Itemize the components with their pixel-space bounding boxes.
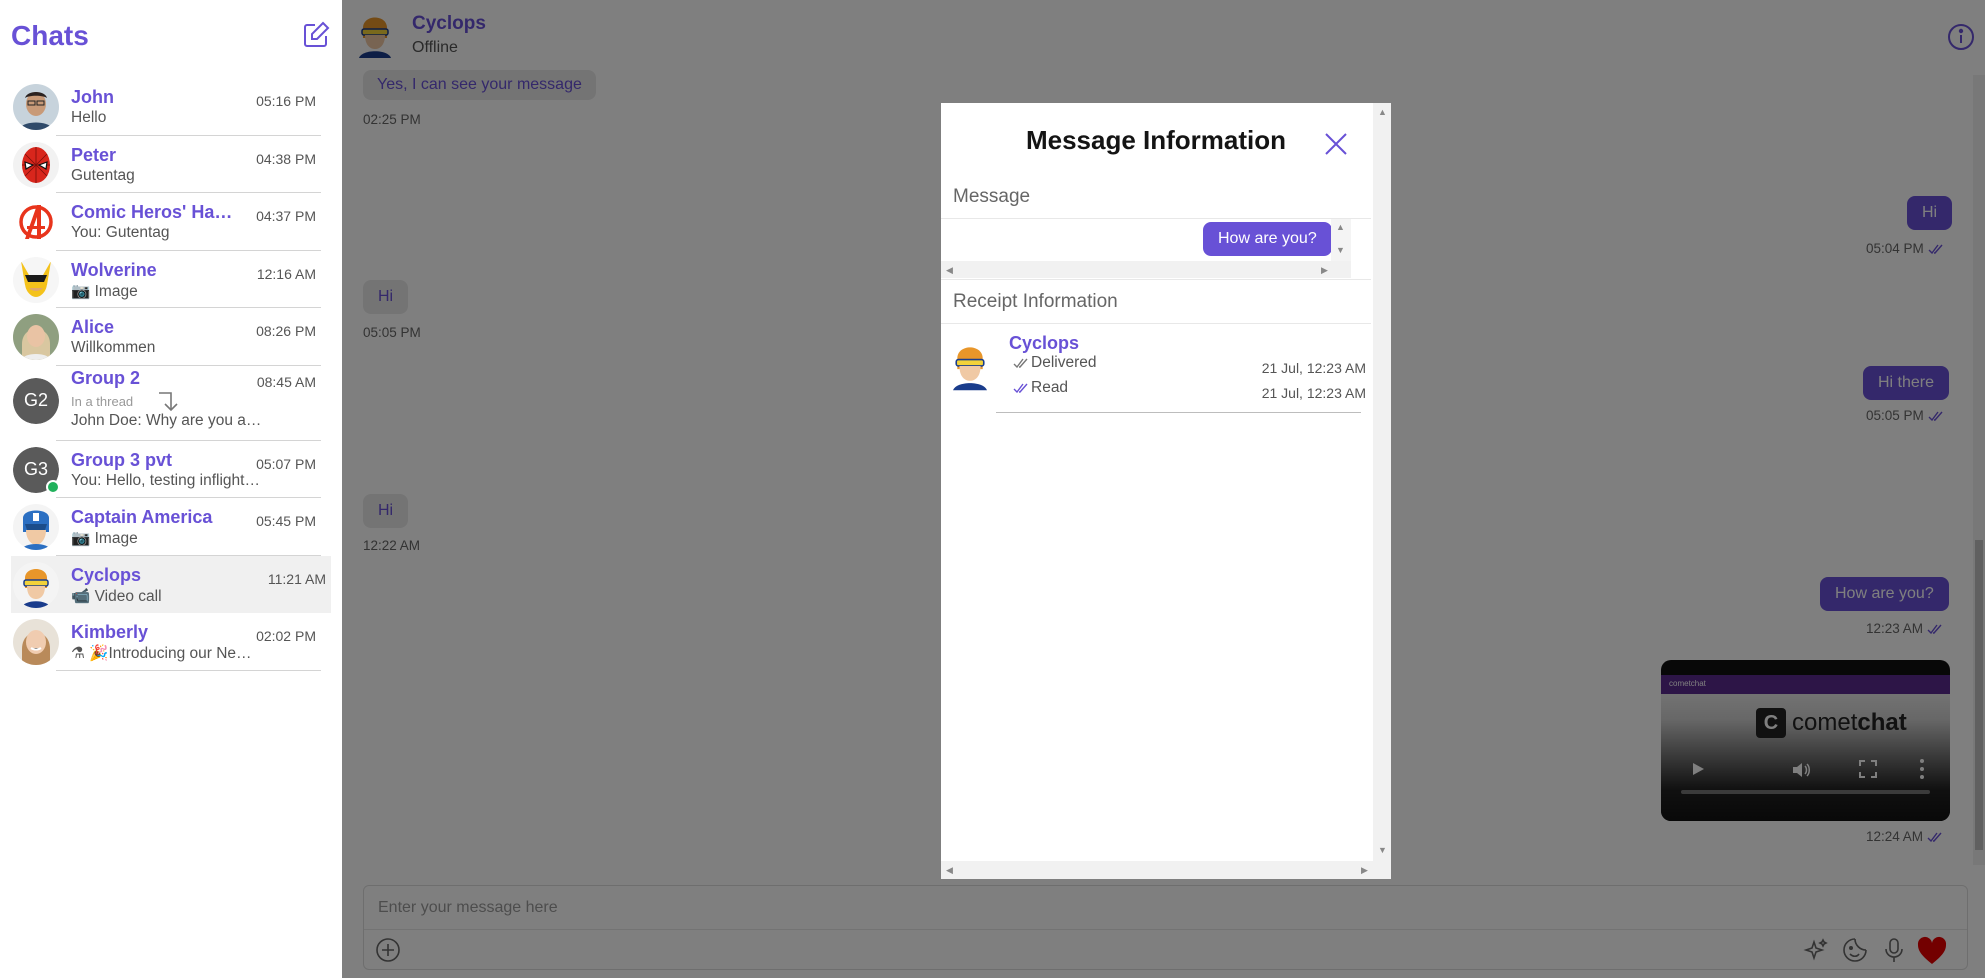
cyclops-avatar [952,341,988,393]
delivered-row: Delivered [1013,354,1096,372]
receipt-user-name: Cyclops [1009,333,1080,353]
avatar [13,84,59,130]
message-information-modal: Message Information Message How are you?… [941,103,1391,879]
read-row: Read [1013,379,1068,397]
chat-sidebar: Chats John 05:16 PM Hello Peter 04:38 PM [0,0,342,978]
double-check-icon [1013,383,1028,393]
avatar [13,619,59,665]
chat-preview: 📹 Video call [71,587,162,605]
captain-america-avatar [13,504,59,550]
chat-time: 08:45 AM [256,373,316,390]
scroll-down-icon[interactable]: ▼ [1336,245,1345,255]
scroll-left-icon[interactable]: ◀ [946,265,953,275]
chat-name: Cyclops [71,564,142,585]
delivered-time: 21 Jul, 12:23 AM [1261,360,1366,376]
chat-name: John [71,87,114,107]
chat-time: 11:21 AM [267,570,326,587]
modal-title: Message Information [1025,125,1287,155]
chat-time: 05:45 PM [256,513,316,529]
divider [996,412,1361,413]
message-section-label: Message [953,186,1031,207]
delivered-label: Delivered [1031,354,1097,371]
thread-label: In a thread [71,393,134,409]
avatar-initials: G2 [13,377,59,424]
chat-item-group-3-pvt[interactable]: G3 Group 3 pvt 05:07 PM You: Hello, test… [11,441,321,498]
chat-item-wolverine[interactable]: Wolverine 12:16 AM 📷 Image [11,251,321,308]
chat-preview: 📷 Image [71,282,138,300]
sidebar-header: Chats [11,20,331,52]
modal-vertical-scrollbar[interactable]: ▲ ▼ [1373,103,1391,861]
chat-preview: Willkommen [71,339,156,356]
read-time: 21 Jul, 12:23 AM [1261,385,1366,401]
chat-item-group-2[interactable]: G2 Group 2 08:45 AM In a thread John Doe… [11,366,321,441]
chat-name: Kimberly [71,622,149,642]
chat-name: Group 3 pvt [71,449,173,470]
chat-time: 04:37 PM [256,208,316,224]
wolverine-avatar [13,256,59,303]
avatar [13,314,59,360]
chat-item-comic-heros[interactable]: Comic Heros' Ha… 04:37 PM You: Gutentag [11,193,321,251]
chat-item-peter[interactable]: Peter 04:38 PM Gutentag [11,136,321,193]
cyclops-avatar [13,561,59,608]
preview-bubble: How are you? [1203,222,1332,256]
chat-name: Wolverine [71,259,157,280]
modal-horizontal-scrollbar[interactable]: ◀ ▶ [941,861,1391,879]
double-check-icon [1013,358,1028,368]
divider [941,323,1371,324]
chat-preview: ⚗ 🎉Introducing our Ne… [71,645,252,662]
message-preview: How are you? ▲ ▼ ◀ ▶ [941,219,1371,278]
chat-item-cyclops[interactable]: Cyclops 11:21 AM 📹 Video call [11,555,331,613]
chat-time: 12:16 AM [256,265,316,282]
chat-time: 05:07 PM [256,455,316,472]
chat-time: 08:26 PM [256,323,316,339]
chat-item-kimberly[interactable]: Kimberly 02:02 PM ⚗ 🎉Introducing our Ne… [11,613,321,671]
scroll-up-icon[interactable]: ▲ [1336,222,1345,232]
chat-name: Comic Heros' Ha… [71,202,233,222]
sidebar-title: Chats [11,20,89,51]
chat-list: John 05:16 PM Hello Peter 04:38 PM Guten… [11,78,331,671]
chat-name: Alice [71,317,115,337]
thread-arrow-icon [157,390,183,414]
scroll-right-icon[interactable]: ▶ [1361,865,1368,875]
scroll-down-icon[interactable]: ▼ [1378,845,1387,855]
chat-name: Captain America [71,507,213,527]
chat-item-john[interactable]: John 05:16 PM Hello [11,78,321,136]
chat-item-captain-america[interactable]: Captain America 05:45 PM 📷 Image [11,498,321,556]
shield-icon [46,479,60,494]
chat-preview: You: Hello, testing inflight… [71,471,260,489]
chat-time: 05:16 PM [256,93,316,109]
receipt-section-label: Receipt Information [953,291,1118,312]
edit-icon[interactable] [301,20,331,50]
scroll-right-icon[interactable]: ▶ [1321,265,1328,275]
chat-time: 04:38 PM [256,150,316,167]
chat-time: 02:02 PM [256,628,316,644]
divider [56,669,321,671]
avatar: G2 [13,377,59,424]
chat-preview: John Doe: Why are you a… [71,411,262,429]
chat-name: Group 2 [71,367,141,388]
chat-preview: Gutentag [71,166,135,184]
chat-preview: You: Gutentag [71,224,170,241]
avengers-avatar [13,199,59,245]
spiderman-avatar [13,141,59,188]
scroll-up-icon[interactable]: ▲ [1378,107,1387,117]
chat-item-alice[interactable]: Alice 08:26 PM Willkommen [11,308,321,366]
scroll-left-icon[interactable]: ◀ [946,865,953,875]
preview-vertical-scrollbar[interactable]: ▲ ▼ [1331,219,1351,261]
close-icon[interactable] [1323,131,1349,157]
read-label: Read [1031,379,1069,396]
chat-preview: Hello [71,109,107,126]
preview-horizontal-scrollbar[interactable]: ◀ ▶ [941,261,1351,278]
divider [941,279,1371,280]
chat-preview: 📷 Image [71,530,138,547]
chat-name: Peter [71,144,117,165]
